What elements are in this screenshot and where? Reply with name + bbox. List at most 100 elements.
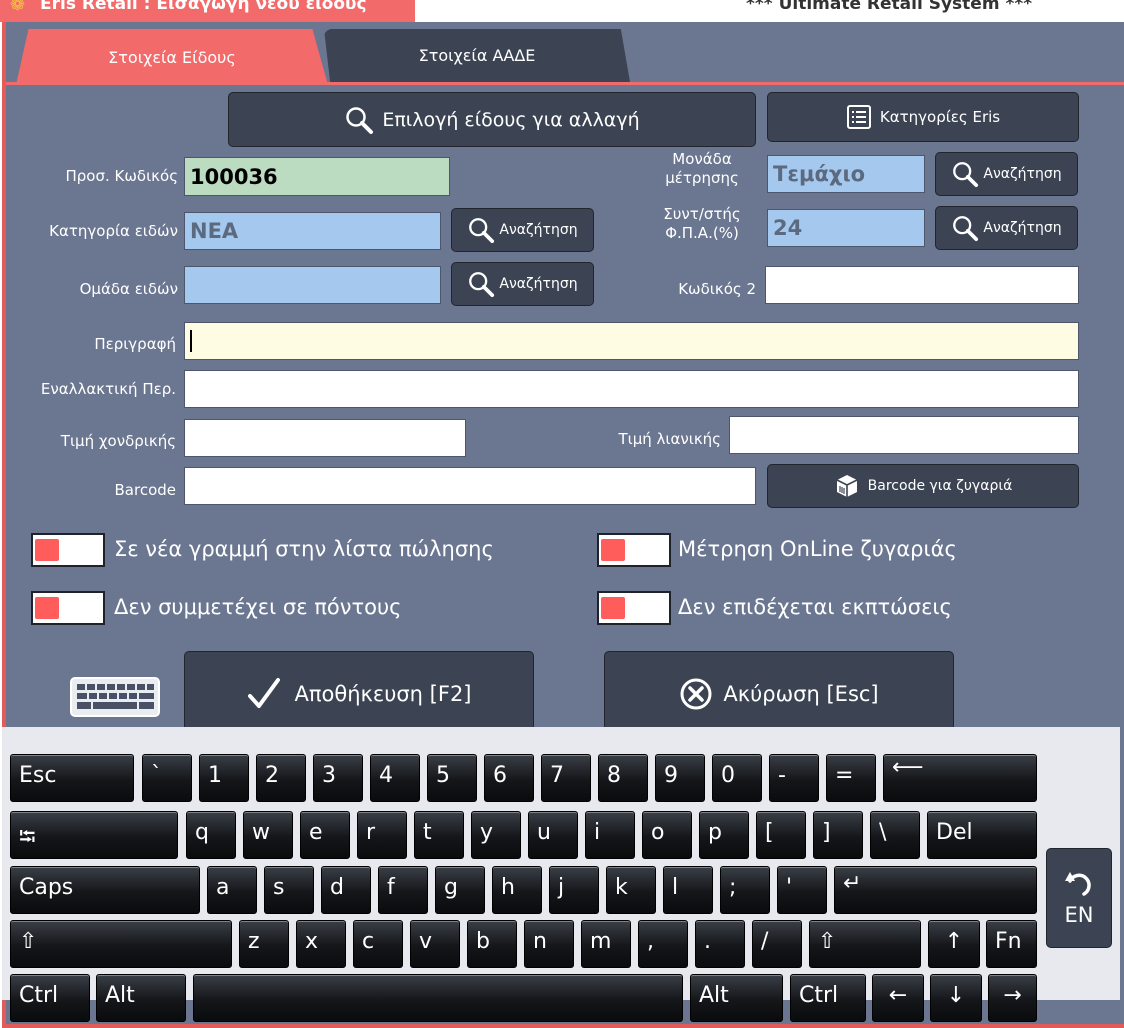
key-semicolon[interactable]: ;	[720, 866, 770, 914]
categories-button[interactable]: Κατηγορίες Eris	[767, 92, 1079, 142]
select-item-button[interactable]: Επιλογή είδους για αλλαγή	[228, 92, 756, 147]
key-e[interactable]: e	[300, 811, 350, 859]
key-alt-left[interactable]: Alt	[96, 974, 186, 1022]
key-x[interactable]: x	[296, 920, 346, 968]
search-icon	[346, 106, 374, 134]
vat-search-button[interactable]: Αναζήτηση	[935, 206, 1078, 250]
cancel-circle-icon	[680, 678, 712, 710]
key-arrow-up[interactable]: ↑	[928, 920, 980, 968]
key-bracket-right[interactable]: ]	[813, 811, 863, 859]
barcode-scale-button[interactable]: Barcode για ζυγαριά	[767, 464, 1079, 508]
tab-item-details[interactable]: Στοιχεία Είδους	[16, 29, 328, 85]
wholesale-price-field[interactable]	[184, 419, 466, 457]
code2-field[interactable]	[765, 266, 1079, 304]
key-r[interactable]: r	[357, 811, 407, 859]
tab-aade-details[interactable]: Στοιχεία ΑΑΔΕ	[324, 29, 630, 82]
no-discounts-toggle[interactable]	[597, 591, 671, 625]
key-k[interactable]: k	[606, 866, 656, 914]
key-comma[interactable]: ,	[638, 920, 688, 968]
key-t[interactable]: t	[414, 811, 464, 859]
key-z[interactable]: z	[239, 920, 289, 968]
group-search-button[interactable]: Αναζήτηση	[451, 262, 594, 306]
new-line-toggle[interactable]	[31, 533, 105, 567]
key-4[interactable]: 4	[370, 754, 420, 802]
key-slash[interactable]: /	[752, 920, 802, 968]
key-caps[interactable]: Caps	[10, 866, 200, 914]
key-j[interactable]: j	[549, 866, 599, 914]
save-button[interactable]: Αποθήκευση [F2]	[184, 651, 534, 737]
checkmark-icon	[248, 678, 281, 708]
vat-field[interactable]: 24	[767, 209, 925, 247]
key-n[interactable]: n	[524, 920, 574, 968]
key-b[interactable]: b	[467, 920, 517, 968]
category-field[interactable]: ΝΕΑ	[184, 212, 441, 250]
key-w[interactable]: w	[243, 811, 293, 859]
key-7[interactable]: 7	[541, 754, 591, 802]
key-space[interactable]	[193, 974, 683, 1022]
description-field[interactable]	[184, 322, 1079, 360]
language-switch-button[interactable]: EN	[1046, 848, 1112, 948]
online-scale-label: Μέτρηση OnLine ζυγαριάς	[678, 537, 957, 561]
key-alt-right[interactable]: Alt	[690, 974, 783, 1022]
key-a[interactable]: a	[207, 866, 257, 914]
key-fn[interactable]: Fn	[986, 920, 1037, 968]
key-h[interactable]: h	[492, 866, 542, 914]
category-search-button[interactable]: Αναζήτηση	[451, 208, 594, 252]
key-s[interactable]: s	[264, 866, 314, 914]
key-quote[interactable]: '	[777, 866, 827, 914]
key-1[interactable]: 1	[199, 754, 249, 802]
category-search-label: Αναζήτηση	[499, 222, 578, 238]
key-arrow-left[interactable]: ←	[872, 974, 924, 1022]
unit-search-label: Αναζήτηση	[983, 166, 1062, 182]
key-0[interactable]: 0	[712, 754, 762, 802]
key-9[interactable]: 9	[655, 754, 705, 802]
key-3[interactable]: 3	[313, 754, 363, 802]
key-shift-left[interactable]: ⇧	[10, 920, 232, 968]
key-backspace[interactable]: ⟵	[883, 754, 1037, 802]
alt-description-field[interactable]	[184, 370, 1079, 408]
key-5[interactable]: 5	[427, 754, 477, 802]
key-2[interactable]: 2	[256, 754, 306, 802]
key-ctrl-right[interactable]: Ctrl	[790, 974, 866, 1022]
keyboard-icon[interactable]	[70, 677, 160, 717]
key-d[interactable]: d	[321, 866, 371, 914]
key-enter[interactable]: ↵	[834, 866, 1037, 914]
key-tab[interactable]: ⭾	[10, 811, 178, 859]
key-backtick[interactable]: `	[142, 754, 192, 802]
key-backslash[interactable]: \	[870, 811, 920, 859]
group-field[interactable]	[184, 266, 441, 304]
key-g[interactable]: g	[435, 866, 485, 914]
key-arrow-right[interactable]: →	[988, 974, 1037, 1022]
key-period[interactable]: .	[695, 920, 745, 968]
key-q[interactable]: q	[186, 811, 236, 859]
key-v[interactable]: v	[410, 920, 460, 968]
retail-price-field[interactable]	[729, 416, 1079, 454]
key-f[interactable]: f	[378, 866, 428, 914]
key-equals[interactable]: =	[826, 754, 876, 802]
key-6[interactable]: 6	[484, 754, 534, 802]
key-m[interactable]: m	[581, 920, 631, 968]
key-arrow-down[interactable]: ↓	[930, 974, 982, 1022]
key-p[interactable]: p	[699, 811, 749, 859]
key-u[interactable]: u	[528, 811, 578, 859]
key-bracket-left[interactable]: [	[756, 811, 806, 859]
key-o[interactable]: o	[642, 811, 692, 859]
toggle-knob	[35, 539, 59, 561]
key-i[interactable]: i	[585, 811, 635, 859]
cancel-button[interactable]: Ακύρωση [Esc]	[604, 651, 954, 737]
unit-search-button[interactable]: Αναζήτηση	[935, 152, 1078, 196]
code-field[interactable]: 100036	[184, 157, 450, 196]
key-ctrl-left[interactable]: Ctrl	[10, 974, 90, 1022]
barcode-field[interactable]	[184, 467, 756, 505]
key-y[interactable]: y	[471, 811, 521, 859]
key-shift-right[interactable]: ⇧	[809, 920, 921, 968]
online-scale-toggle[interactable]	[597, 533, 671, 567]
key-minus[interactable]: -	[769, 754, 819, 802]
key-esc[interactable]: Esc	[10, 754, 134, 802]
unit-field[interactable]: Τεμάχιο	[767, 155, 925, 193]
key-del[interactable]: Del	[927, 811, 1037, 859]
key-8[interactable]: 8	[598, 754, 648, 802]
key-c[interactable]: c	[353, 920, 403, 968]
no-points-toggle[interactable]	[31, 591, 105, 625]
key-l[interactable]: l	[663, 866, 713, 914]
